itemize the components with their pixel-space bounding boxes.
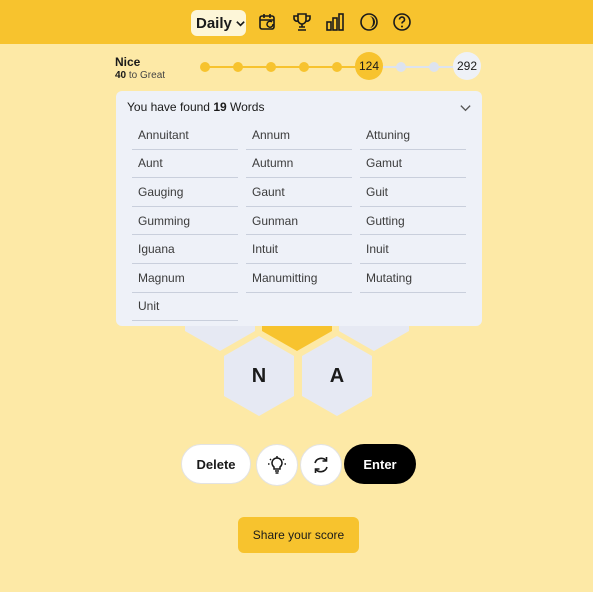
- max-score-badge: 292: [453, 52, 481, 80]
- found-word: Magnum: [132, 264, 238, 293]
- found-word: Annum: [246, 121, 352, 150]
- found-prefix: You have found: [127, 100, 210, 114]
- bar-chart-icon[interactable]: [325, 12, 345, 32]
- share-score-button[interactable]: Share your score: [238, 517, 359, 553]
- progress-dot: [396, 62, 406, 72]
- enter-button[interactable]: Enter: [344, 444, 416, 484]
- points-to-next: 40: [115, 70, 127, 81]
- hive-letter: N: [251, 364, 267, 387]
- theme-icon[interactable]: [359, 12, 379, 32]
- daily-mode-dropdown[interactable]: Daily: [191, 10, 246, 36]
- hint-button[interactable]: [256, 444, 298, 486]
- shuffle-button[interactable]: [300, 444, 342, 486]
- progress-dot: [429, 62, 439, 72]
- delete-button[interactable]: Delete: [181, 444, 251, 484]
- progress-line-done: [205, 66, 369, 68]
- progress-dot: [266, 62, 276, 72]
- found-word: Gutting: [360, 207, 466, 236]
- hive-cell[interactable]: A: [302, 336, 372, 416]
- found-words-list: Annuitant Annum Attuning Aunt Autumn Gamut Gau…: [132, 121, 468, 322]
- found-word: Inuit: [360, 235, 466, 264]
- found-word: Aunt: [132, 150, 238, 179]
- found-word: Gumming: [132, 207, 238, 236]
- rank-name: Nice: [115, 55, 141, 69]
- rank-progress-text: 40 to Great: [115, 70, 165, 81]
- progress-dot: [332, 62, 342, 72]
- found-word: Guit: [360, 178, 466, 207]
- found-word: Autumn: [246, 150, 352, 179]
- found-word: Attuning: [360, 121, 466, 150]
- hive-cell[interactable]: N: [224, 336, 294, 416]
- found-suffix: Words: [230, 100, 265, 114]
- chevron-down-icon[interactable]: [459, 101, 472, 114]
- found-word: Mutating: [360, 264, 466, 293]
- hive-letter: A: [329, 364, 345, 387]
- found-word: Unit: [132, 293, 238, 322]
- found-word: Gamut: [360, 150, 466, 179]
- daily-mode-label: Daily: [196, 14, 232, 32]
- current-score-badge: 124: [355, 52, 383, 80]
- found-count: 19: [213, 100, 227, 114]
- found-words-header: You have found 19 Words: [127, 100, 264, 114]
- top-bar: Daily: [0, 0, 593, 44]
- calendar-refresh-icon[interactable]: [258, 12, 278, 32]
- found-word: Intuit: [246, 235, 352, 264]
- found-word: Gunman: [246, 207, 352, 236]
- found-word: Manumitting: [246, 264, 352, 293]
- chevron-down-icon: [236, 20, 245, 27]
- found-word: Gaunt: [246, 178, 352, 207]
- trophy-icon[interactable]: [292, 12, 312, 32]
- progress-dot: [200, 62, 210, 72]
- lightbulb-icon: [268, 456, 286, 474]
- found-words-panel[interactable]: You have found 19 Words Annuitant Annum At…: [116, 91, 482, 326]
- progress-dot: [299, 62, 309, 72]
- help-icon[interactable]: [392, 12, 412, 32]
- progress-dot: [233, 62, 243, 72]
- shuffle-icon: [314, 457, 328, 473]
- found-word: Annuitant: [132, 121, 238, 150]
- next-rank-text: to Great: [128, 70, 166, 81]
- found-word: Gauging: [132, 178, 238, 207]
- found-word: Iguana: [132, 235, 238, 264]
